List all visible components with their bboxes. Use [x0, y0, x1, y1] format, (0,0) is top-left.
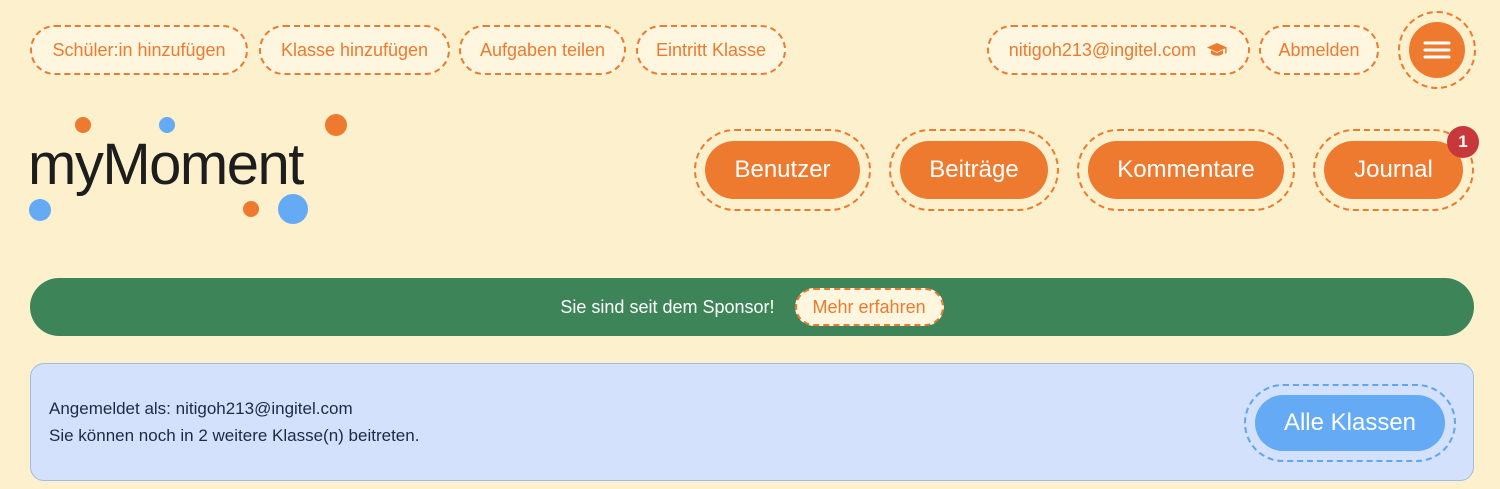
nav-comments-label: Kommentare [1117, 156, 1255, 183]
share-tasks-label: Aufgaben teilen [479, 39, 606, 60]
join-class-button[interactable]: Eintritt Klasse [636, 25, 786, 75]
add-class-button[interactable]: Klasse hinzufügen [259, 25, 450, 75]
nav-posts-inner: Beiträge [900, 141, 1048, 199]
all-classes-inner: Alle Klassen [1255, 395, 1445, 451]
nav-journal-label: Journal [1354, 156, 1433, 183]
info-box: Angemeldet als: nitigoh213@ingitel.com S… [30, 363, 1474, 481]
logout-label: Abmelden [1278, 39, 1360, 60]
logged-in-text: Angemeldet als: nitigoh213@ingitel.com [49, 399, 353, 418]
graduation-cap-icon [1206, 41, 1228, 59]
join-class-label: Eintritt Klasse [655, 39, 767, 60]
logo-dot [278, 194, 308, 224]
logout-button[interactable]: Abmelden [1259, 25, 1379, 75]
class-limit-text: Sie können noch in 2 weitere Klasse(n) b… [49, 426, 420, 445]
add-student-button[interactable]: Schüler:in hinzufügen [30, 25, 248, 75]
logo[interactable]: myMoment [25, 112, 355, 227]
all-classes-label: Alle Klassen [1283, 409, 1417, 436]
logo-text: myMoment [28, 132, 304, 197]
sponsor-banner: Sie sind seit dem Sponsor! Mehr erfahren [30, 278, 1474, 336]
learn-more-label: Mehr erfahren [812, 296, 926, 317]
nav-users-label: Benutzer [734, 156, 831, 183]
notification-badge: 1 [1447, 126, 1479, 158]
user-account-button[interactable]: nitigoh213@ingitel.com [987, 25, 1250, 75]
learn-more-button[interactable]: Mehr erfahren [794, 288, 944, 326]
nav-comments[interactable]: Kommentare [1077, 129, 1295, 211]
logo-dot [29, 199, 51, 221]
nav-journal-inner: Journal [1324, 141, 1463, 199]
share-tasks-button[interactable]: Aufgaben teilen [459, 25, 626, 75]
all-classes-button[interactable]: Alle Klassen [1244, 384, 1456, 462]
nav-users-inner: Benutzer [705, 141, 860, 199]
logo-dot [325, 114, 347, 136]
nav-posts-label: Beiträge [929, 156, 1019, 183]
logo-dot [243, 201, 259, 217]
hamburger-menu-icon [1409, 22, 1465, 78]
menu-button[interactable] [1398, 11, 1476, 89]
user-email: nitigoh213@ingitel.com [1008, 39, 1197, 60]
nav-users[interactable]: Benutzer [694, 129, 871, 211]
nav-posts[interactable]: Beiträge [889, 129, 1059, 211]
add-class-label: Klasse hinzufügen [280, 39, 429, 60]
sponsor-text: Sie sind seit dem Sponsor! [560, 296, 775, 317]
nav-comments-inner: Kommentare [1088, 141, 1284, 199]
add-student-label: Schüler:in hinzufügen [52, 39, 226, 60]
